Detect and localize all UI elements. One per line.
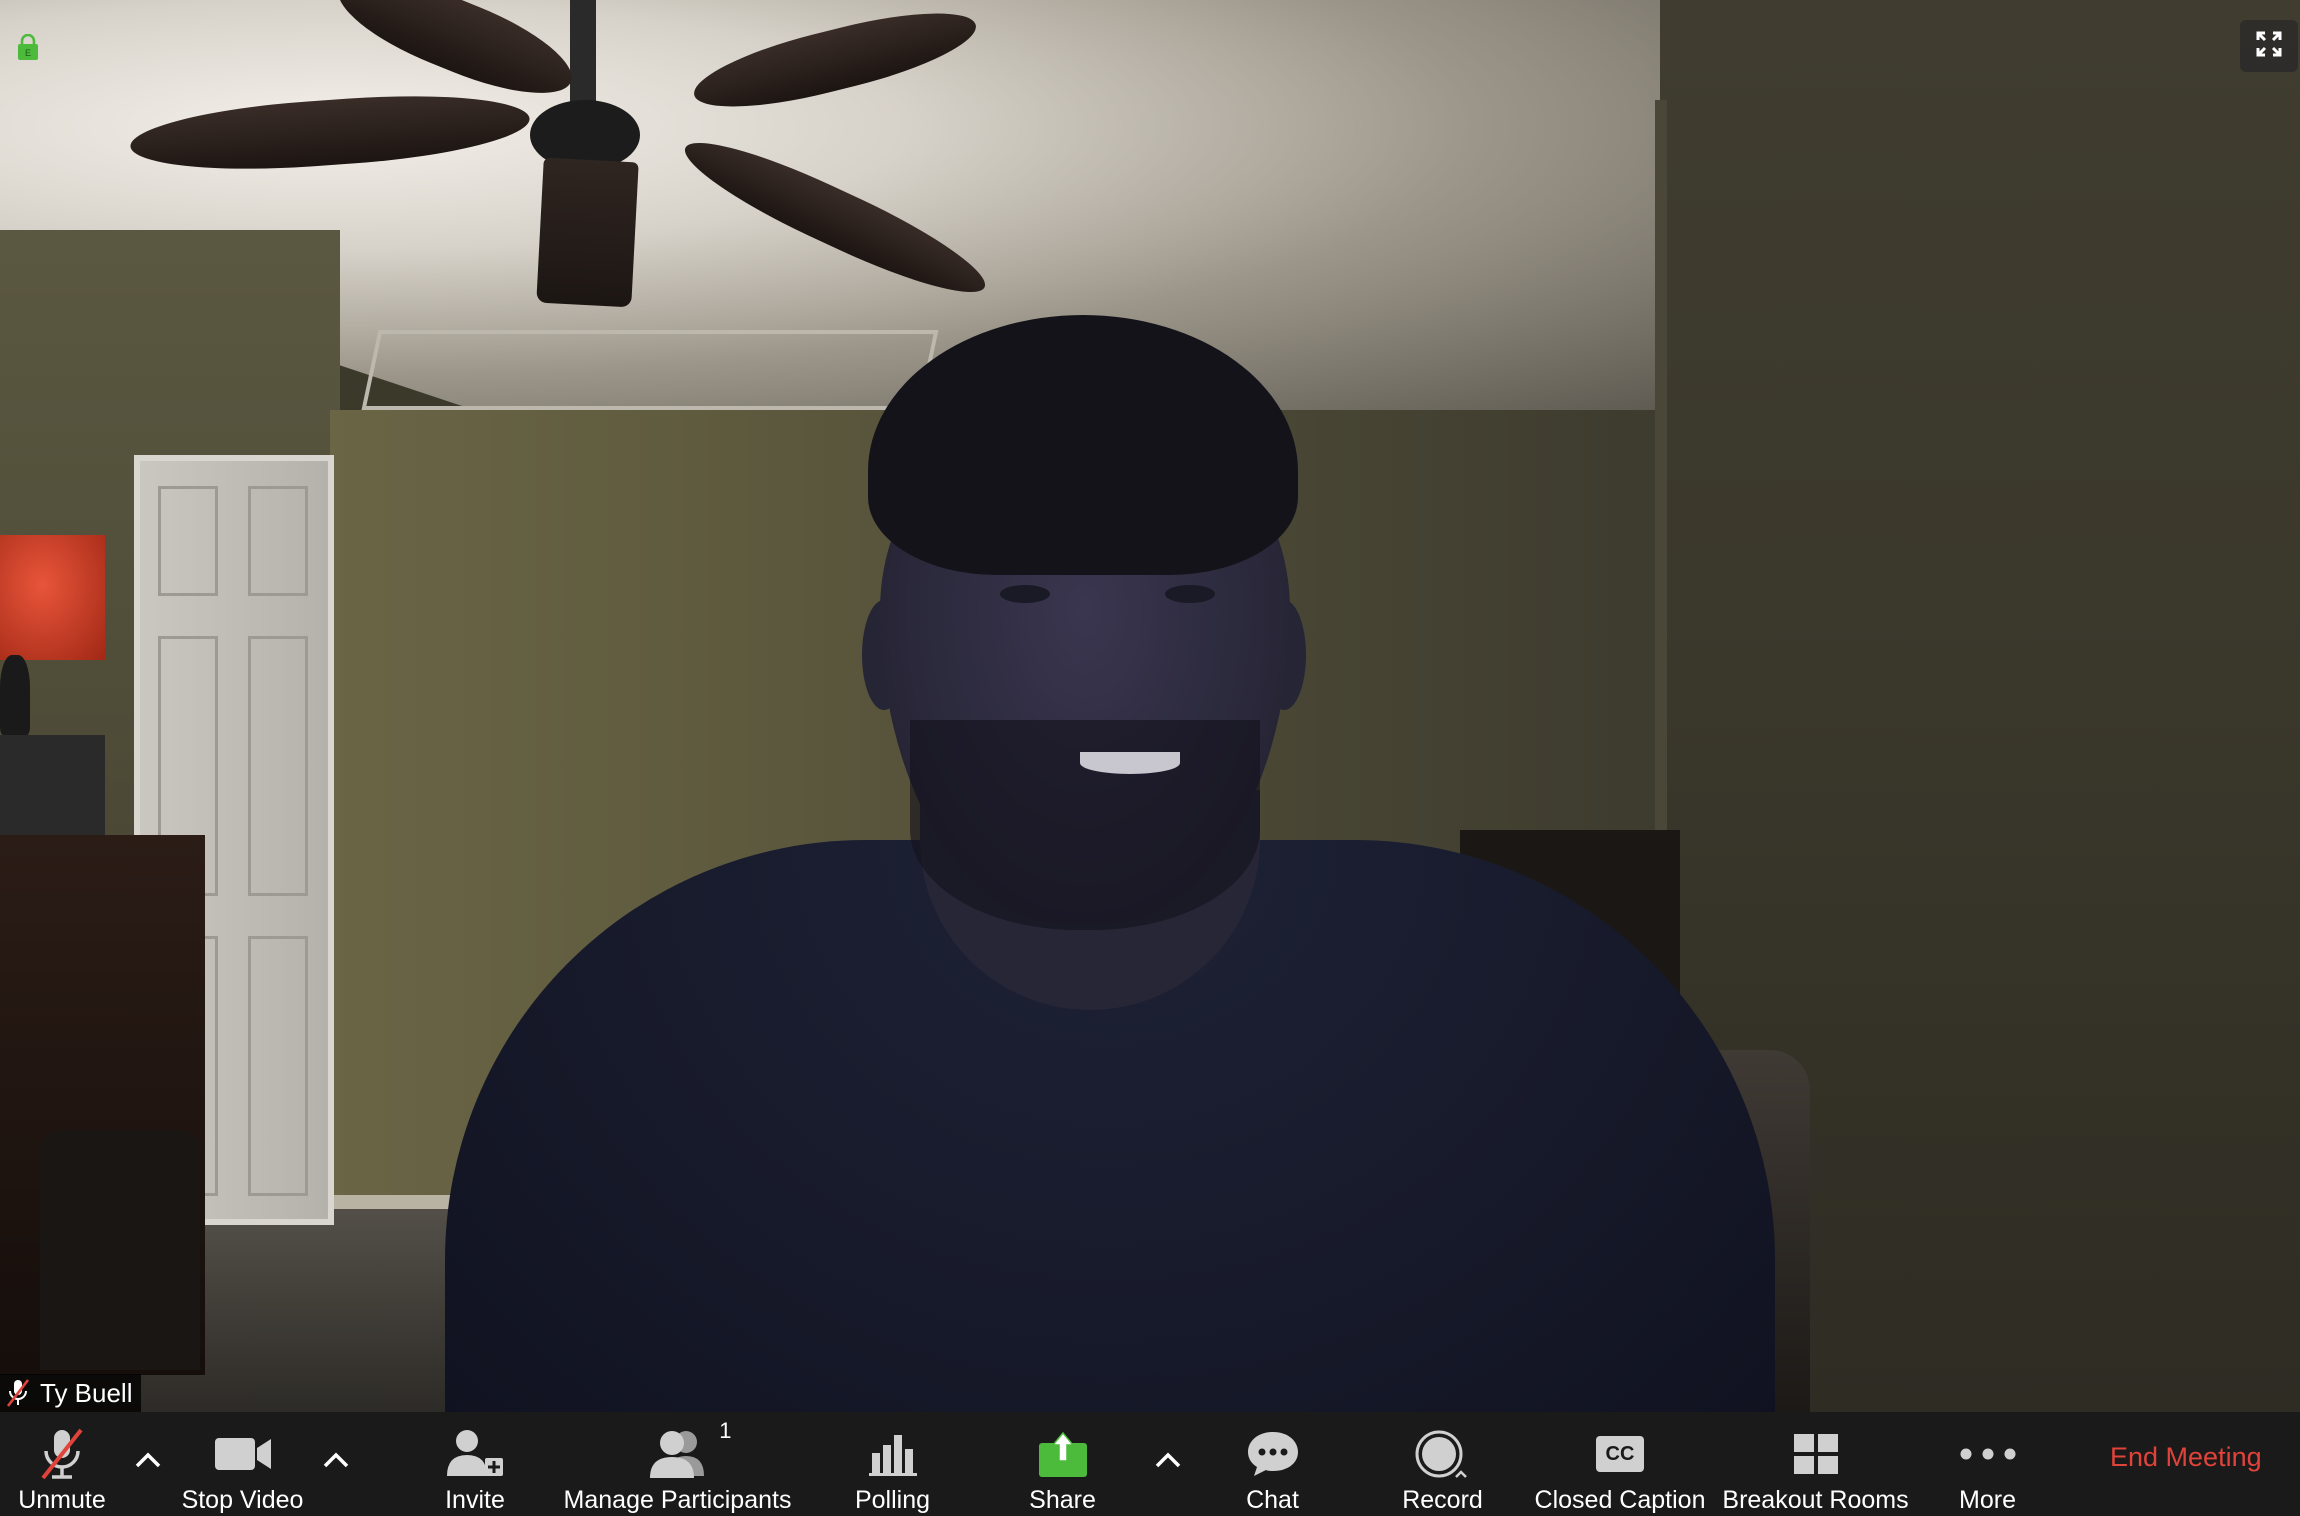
participant-video: [0, 0, 2300, 1412]
more-button[interactable]: More: [1945, 1412, 2030, 1516]
video-options-caret[interactable]: [316, 1442, 356, 1482]
manage-participants-label: Manage Participants: [563, 1486, 792, 1514]
microphone-muted-icon: [37, 1424, 87, 1484]
breakout-rooms-button[interactable]: Breakout Rooms: [1722, 1412, 1909, 1516]
lock-icon[interactable]: E: [18, 33, 38, 60]
video-lamp-shade: [0, 535, 105, 660]
video-printer: [0, 735, 105, 835]
video-fan-light: [536, 157, 639, 308]
share-label: Share: [1029, 1486, 1096, 1514]
video-person-smile: [1080, 752, 1180, 774]
cc-icon-text: CC: [1605, 1442, 1635, 1465]
chevron-up-icon: [322, 1451, 350, 1474]
end-meeting-button[interactable]: End Meeting: [2110, 1442, 2262, 1473]
microphone-muted-icon: [6, 1378, 30, 1408]
fullscreen-icon: [2256, 31, 2282, 62]
record-label: Record: [1402, 1486, 1483, 1514]
video-chair: [40, 1130, 200, 1370]
chat-label: Chat: [1246, 1486, 1299, 1514]
participants-icon: 1: [646, 1418, 732, 1484]
invite-label: Invite: [445, 1486, 505, 1514]
fullscreen-button[interactable]: [2240, 20, 2298, 72]
stop-video-button[interactable]: Stop Video: [175, 1412, 310, 1516]
cc-icon: CC: [1596, 1424, 1644, 1484]
record-icon: [1413, 1424, 1473, 1484]
participant-name-tag: Ty Buell: [0, 1374, 141, 1412]
audio-options-caret[interactable]: [128, 1442, 168, 1482]
manage-participants-button[interactable]: 1 Manage Participants: [563, 1412, 792, 1516]
share-options-caret[interactable]: [1148, 1442, 1188, 1482]
chevron-up-icon: [134, 1451, 162, 1474]
stop-video-label: Stop Video: [181, 1486, 304, 1514]
video-person-eye: [1000, 585, 1050, 603]
polling-label: Polling: [854, 1486, 931, 1514]
record-button[interactable]: Record: [1395, 1412, 1490, 1516]
video-person-eye: [1165, 585, 1215, 603]
video-lamp-base: [0, 655, 30, 735]
polling-button[interactable]: Polling: [845, 1412, 940, 1516]
video-camera-icon: [213, 1424, 273, 1484]
more-label: More: [1959, 1486, 2016, 1514]
meeting-toolbar: Unmute Stop Video Invite 1 Manage Partic…: [0, 1412, 2300, 1516]
closed-caption-label: Closed Caption: [1534, 1486, 1706, 1514]
breakout-rooms-label: Breakout Rooms: [1722, 1486, 1909, 1514]
unmute-button[interactable]: Unmute: [12, 1412, 112, 1516]
video-attic-hatch: [361, 330, 939, 410]
closed-caption-button[interactable]: CC Closed Caption: [1535, 1412, 1705, 1516]
invite-button[interactable]: Invite: [430, 1412, 520, 1516]
share-button[interactable]: Share: [1015, 1412, 1110, 1516]
participant-name: Ty Buell: [40, 1377, 133, 1408]
grid-icon: [1792, 1424, 1840, 1484]
add-person-icon: [445, 1424, 505, 1484]
chat-button[interactable]: Chat: [1230, 1412, 1315, 1516]
unmute-label: Unmute: [18, 1486, 106, 1514]
bar-chart-icon: [868, 1424, 918, 1484]
chat-bubble-icon: [1245, 1424, 1301, 1484]
chevron-up-icon: [1154, 1451, 1182, 1474]
video-fan-rod: [570, 0, 596, 110]
participant-count-badge: 1: [719, 1418, 732, 1443]
share-screen-icon: [1037, 1424, 1089, 1484]
ellipsis-icon: [1958, 1424, 2018, 1484]
svg-text:E: E: [25, 48, 31, 58]
